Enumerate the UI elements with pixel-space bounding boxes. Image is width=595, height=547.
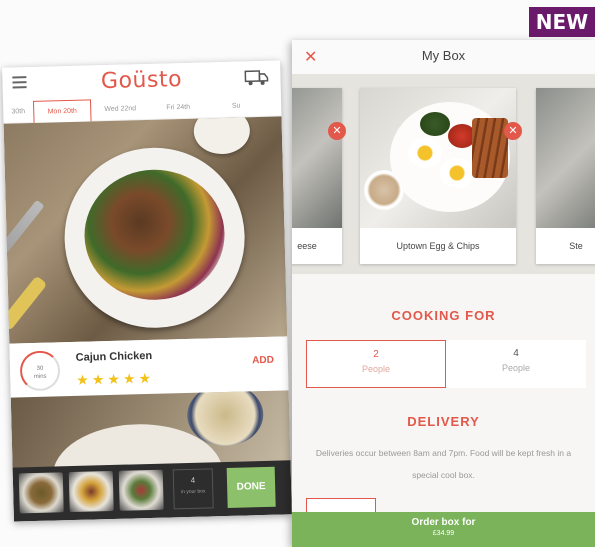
cooking-for-heading: COOKING FOR — [391, 308, 496, 323]
page-title: My Box — [421, 48, 466, 63]
screenshot-canvas: NEW Goüsto 30th Mon 20th Wed 22nd Fri 24… — [0, 0, 595, 547]
people-value: 4 — [513, 348, 519, 359]
box-recipe-thumbnail[interactable] — [68, 470, 114, 513]
chips-image — [472, 118, 508, 178]
day-tab[interactable]: 30th — [3, 100, 34, 123]
order-box-button[interactable]: Order box for £34.99 — [292, 512, 595, 547]
done-button[interactable]: DONE — [226, 466, 276, 508]
recipe-photo — [292, 88, 342, 228]
people-label: People — [501, 363, 531, 373]
fried-egg-image — [440, 158, 474, 188]
cook-time-unit: mins — [33, 373, 47, 380]
fork-handle-image — [3, 275, 48, 332]
box-recipe-thumbnail[interactable] — [18, 472, 64, 514]
add-recipe-button[interactable]: ADD — [252, 355, 274, 367]
people-option-selected[interactable]: 2 People — [306, 340, 446, 388]
my-box-header: ✕ My Box — [292, 40, 595, 74]
day-tab-selected[interactable]: Mon 20th — [32, 98, 92, 123]
people-label: People — [361, 364, 391, 374]
order-box-label: Order box for — [411, 517, 476, 528]
box-recipe-card[interactable]: eese — [292, 88, 342, 264]
box-recipe-title: Ste — [569, 241, 583, 251]
delivery-truck-icon[interactable] — [244, 68, 269, 87]
remove-recipe-icon[interactable]: ✕ — [504, 122, 522, 140]
box-recipe-card[interactable]: Ste — [536, 88, 595, 264]
recipe-name: Cajun Chicken — [75, 349, 153, 364]
side-bowl-image — [193, 116, 251, 155]
people-option[interactable]: 4 People — [446, 340, 586, 388]
fried-egg-image — [408, 138, 442, 168]
recipe-photo — [536, 88, 595, 228]
cook-time-badge: 30 mins — [19, 350, 61, 392]
recipe-card-info: 30 mins Cajun Chicken ★★★★★ ADD — [9, 336, 289, 398]
delivery-description: Deliveries occur between 8am and 7pm. Fo… — [315, 448, 572, 480]
gousto-logo: Goüsto — [100, 67, 183, 95]
new-badge: NEW — [529, 7, 595, 37]
recipe-photo — [360, 88, 516, 228]
day-tab[interactable]: Fri 24th — [149, 96, 208, 120]
rating-stars: ★★★★★ — [76, 369, 155, 388]
box-recipe-title: eese — [297, 241, 317, 251]
box-count: 4 in your box — [172, 468, 214, 510]
box-recipe-card[interactable]: Uptown Egg & Chips — [360, 88, 516, 264]
coffee-cup-image — [364, 170, 404, 210]
greens-image — [420, 112, 450, 136]
my-box-screen: ✕ My Box eese Uptown Egg & Chips Ste ✕ ✕… — [292, 40, 595, 547]
remove-recipe-icon[interactable]: ✕ — [328, 122, 346, 140]
people-selector: 2 People 4 People — [306, 340, 586, 388]
recipe-browse-screen: Goüsto 30th Mon 20th Wed 22nd Fri 24th S… — [2, 60, 292, 522]
box-recipe-carousel[interactable]: eese Uptown Egg & Chips Ste ✕ ✕ — [292, 74, 595, 274]
recipe-photo[interactable] — [3, 116, 288, 344]
people-value: 2 — [373, 349, 379, 360]
box-recipe-title: Uptown Egg & Chips — [396, 241, 480, 251]
day-tab[interactable]: Su — [207, 94, 266, 118]
day-tab[interactable]: Wed 22nd — [91, 97, 150, 121]
order-box-price: £34.99 — [432, 530, 455, 537]
box-recipe-thumbnail[interactable] — [118, 469, 164, 511]
delivery-heading: DELIVERY — [407, 414, 480, 429]
box-summary-bar: 4 in your box DONE — [12, 460, 292, 522]
box-count-sub: in your box — [180, 488, 206, 496]
box-count-value: 4 — [190, 475, 196, 485]
